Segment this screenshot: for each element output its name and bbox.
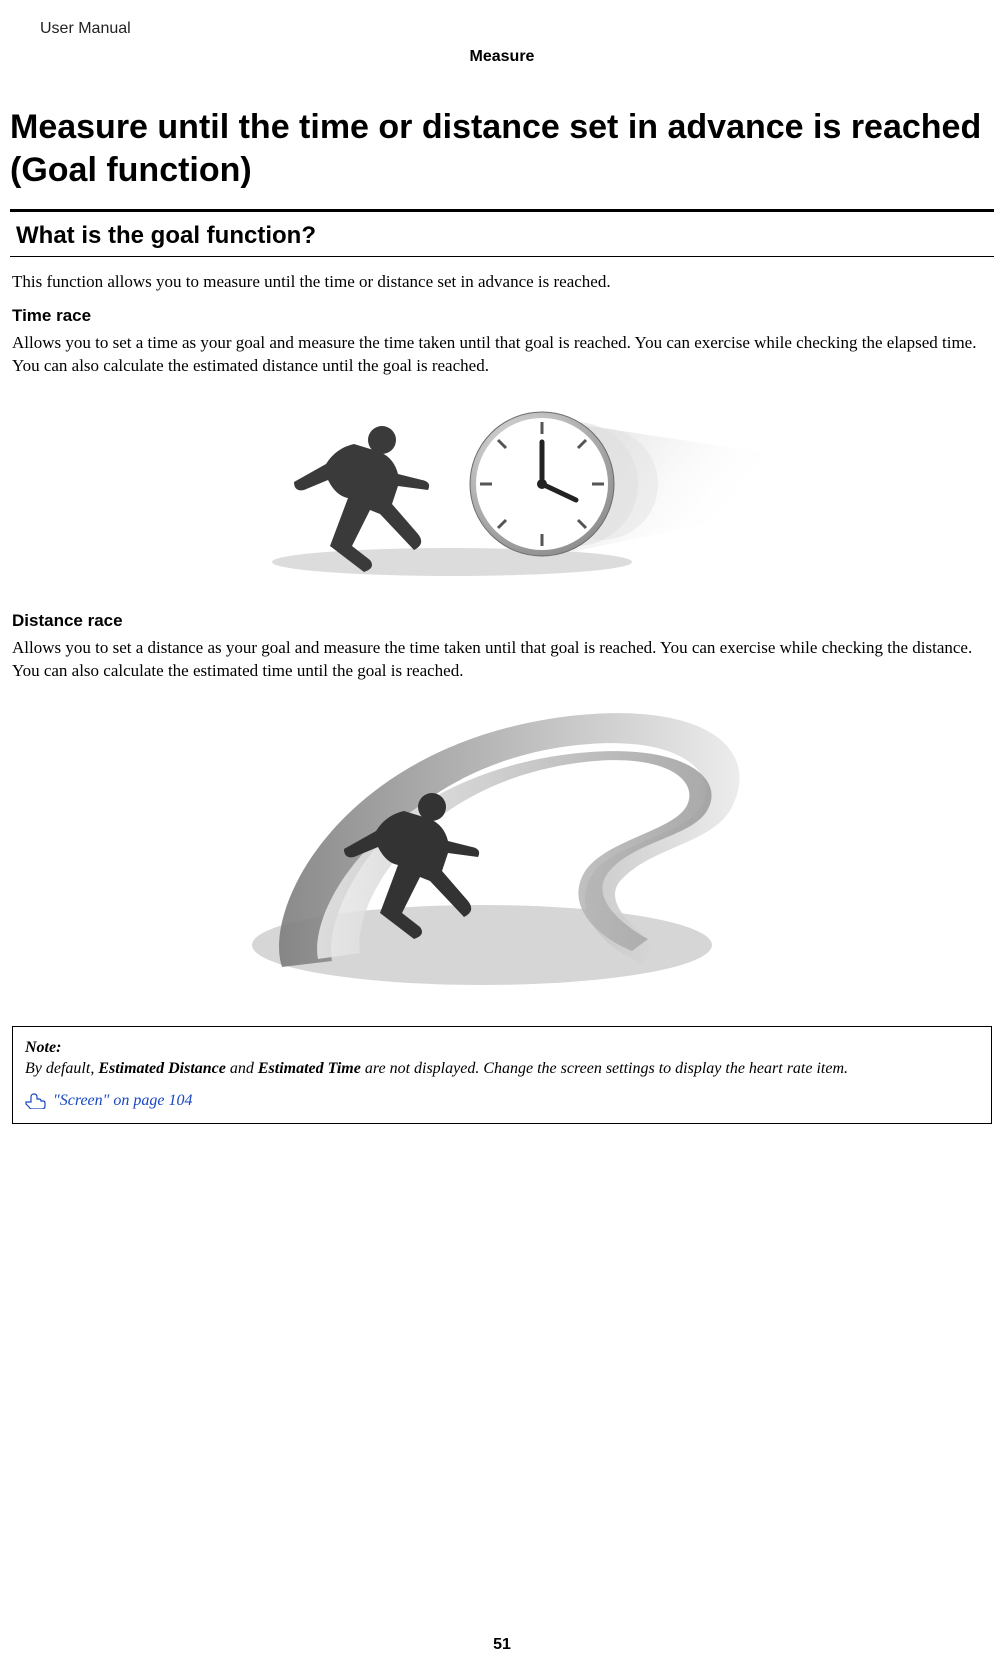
time-race-figure (10, 392, 994, 587)
cross-reference-link[interactable]: "Screen" on page 104 (25, 1090, 979, 1112)
note-bold-1: Estimated Distance (98, 1060, 226, 1077)
page: User Manual Measure Measure until the ti… (0, 0, 1004, 1124)
note-bold-2: Estimated Time (258, 1060, 361, 1077)
note-prefix: By default, (25, 1060, 98, 1077)
subheading: What is the goal function? (10, 214, 994, 257)
intro-text: This function allows you to measure unti… (12, 271, 992, 294)
note-box: Note: By default, Estimated Distance and… (12, 1026, 992, 1125)
runner-track-icon (222, 697, 782, 997)
distance-race-heading: Distance race (12, 611, 992, 631)
page-title: Measure until the time or distance set i… (10, 106, 994, 209)
xref-text: "Screen" on page 104 (53, 1090, 192, 1112)
doc-title: User Manual (10, 20, 994, 44)
distance-race-body: Allows you to set a distance as your goa… (12, 637, 992, 683)
heavy-rule (10, 209, 994, 212)
time-race-body: Allows you to set a time as your goal an… (12, 332, 992, 378)
time-race-heading: Time race (12, 306, 992, 326)
note-label: Note: (25, 1037, 979, 1059)
page-number: 51 (0, 1636, 1004, 1654)
hand-pointer-icon (25, 1093, 47, 1109)
distance-race-figure (10, 697, 994, 1002)
note-mid-1: and (226, 1060, 258, 1077)
note-suffix: are not displayed. Change the screen set… (361, 1060, 848, 1077)
note-body: By default, Estimated Distance and Estim… (25, 1058, 979, 1080)
runner-clock-icon (242, 392, 762, 582)
section-label: Measure (10, 44, 994, 106)
